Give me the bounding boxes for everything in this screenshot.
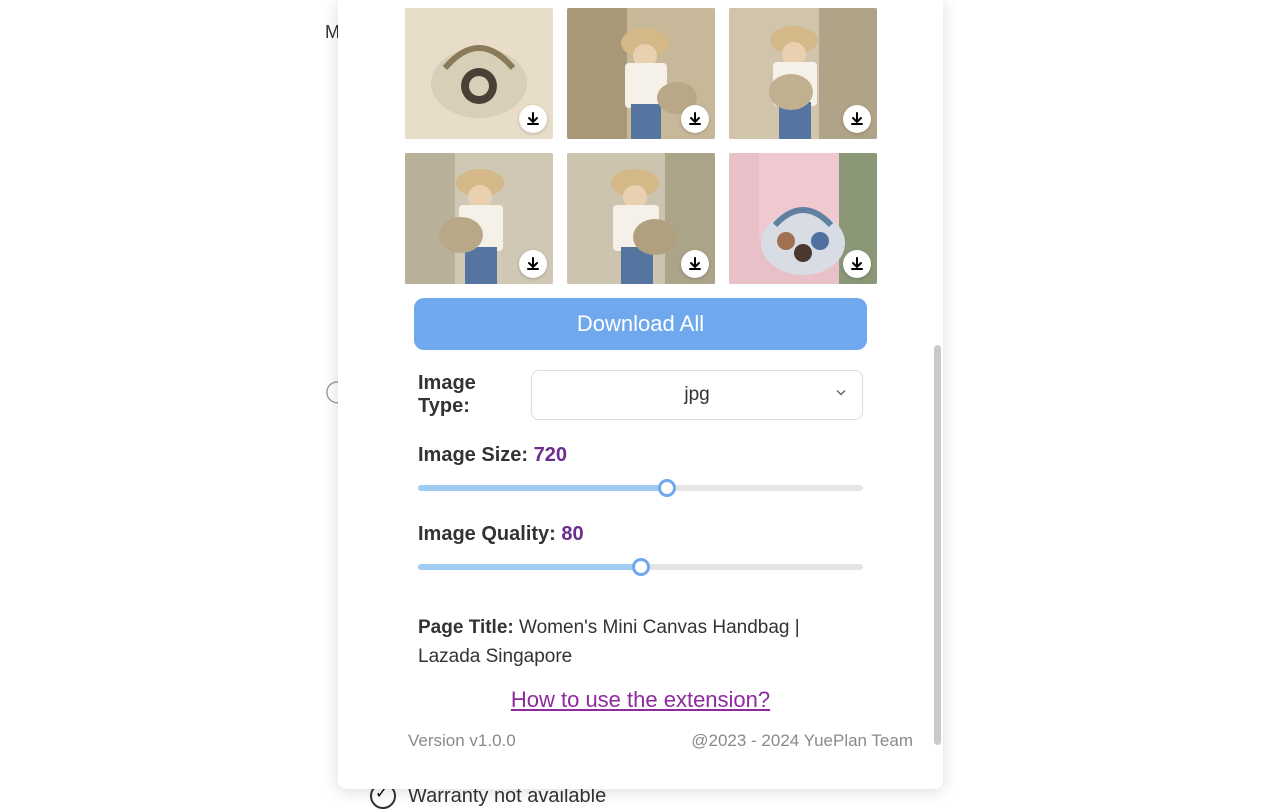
image-thumbnail[interactable] <box>729 8 877 139</box>
page-title-section: Page Title: Women's Mini Canvas Handbag … <box>338 614 943 671</box>
popup-content: Download All Image Type: jpg Image Size:… <box>338 0 943 789</box>
image-type-select[interactable]: jpg <box>531 370 863 420</box>
download-item-button[interactable] <box>519 250 547 278</box>
footer-row: Version v1.0.0 @2023 - 2024 YuePlan Team <box>338 713 943 761</box>
slider-fill <box>418 485 667 491</box>
image-quality-label: Image Quality: <box>418 523 561 545</box>
image-quality-value: 80 <box>561 523 583 545</box>
download-icon <box>849 111 865 127</box>
image-type-label: Image Type: <box>418 372 531 418</box>
image-thumbnail[interactable] <box>567 153 715 284</box>
copyright-text: @2023 - 2024 YuePlan Team <box>691 731 913 751</box>
download-icon <box>525 111 541 127</box>
image-size-slider[interactable] <box>418 485 863 491</box>
image-thumbnail[interactable] <box>729 153 877 284</box>
extension-popup: Download All Image Type: jpg Image Size:… <box>338 0 943 789</box>
download-icon <box>849 256 865 272</box>
download-icon <box>525 256 541 272</box>
image-thumbnail[interactable] <box>405 8 553 139</box>
image-type-value: jpg <box>684 384 709 406</box>
download-item-button[interactable] <box>843 105 871 133</box>
download-item-button[interactable] <box>681 250 709 278</box>
download-item-button[interactable] <box>681 105 709 133</box>
scrollbar-thumb[interactable] <box>934 345 941 745</box>
download-item-button[interactable] <box>843 250 871 278</box>
chevron-down-icon <box>834 386 848 405</box>
image-size-label-row: Image Size: 720 <box>418 444 863 467</box>
slider-thumb[interactable] <box>658 479 676 497</box>
controls-section: Image Type: jpg Image Size: 720 <box>338 370 943 570</box>
image-thumbnail[interactable] <box>567 8 715 139</box>
download-icon <box>687 111 703 127</box>
help-link[interactable]: How to use the extension? <box>338 687 943 713</box>
download-icon <box>687 256 703 272</box>
slider-fill <box>418 564 641 570</box>
image-quality-label-row: Image Quality: 80 <box>418 523 863 546</box>
image-grid <box>338 8 943 284</box>
image-thumbnail[interactable] <box>405 153 553 284</box>
download-all-button[interactable]: Download All <box>414 298 867 350</box>
image-size-label: Image Size: <box>418 444 534 466</box>
download-item-button[interactable] <box>519 105 547 133</box>
version-text: Version v1.0.0 <box>408 731 516 751</box>
slider-thumb[interactable] <box>632 558 650 576</box>
image-quality-group: Image Quality: 80 <box>418 523 863 570</box>
image-quality-slider[interactable] <box>418 564 863 570</box>
image-size-value: 720 <box>534 444 567 466</box>
image-size-group: Image Size: 720 <box>418 444 863 491</box>
image-type-row: Image Type: jpg <box>418 370 863 420</box>
page-title-label: Page Title: <box>418 617 519 638</box>
